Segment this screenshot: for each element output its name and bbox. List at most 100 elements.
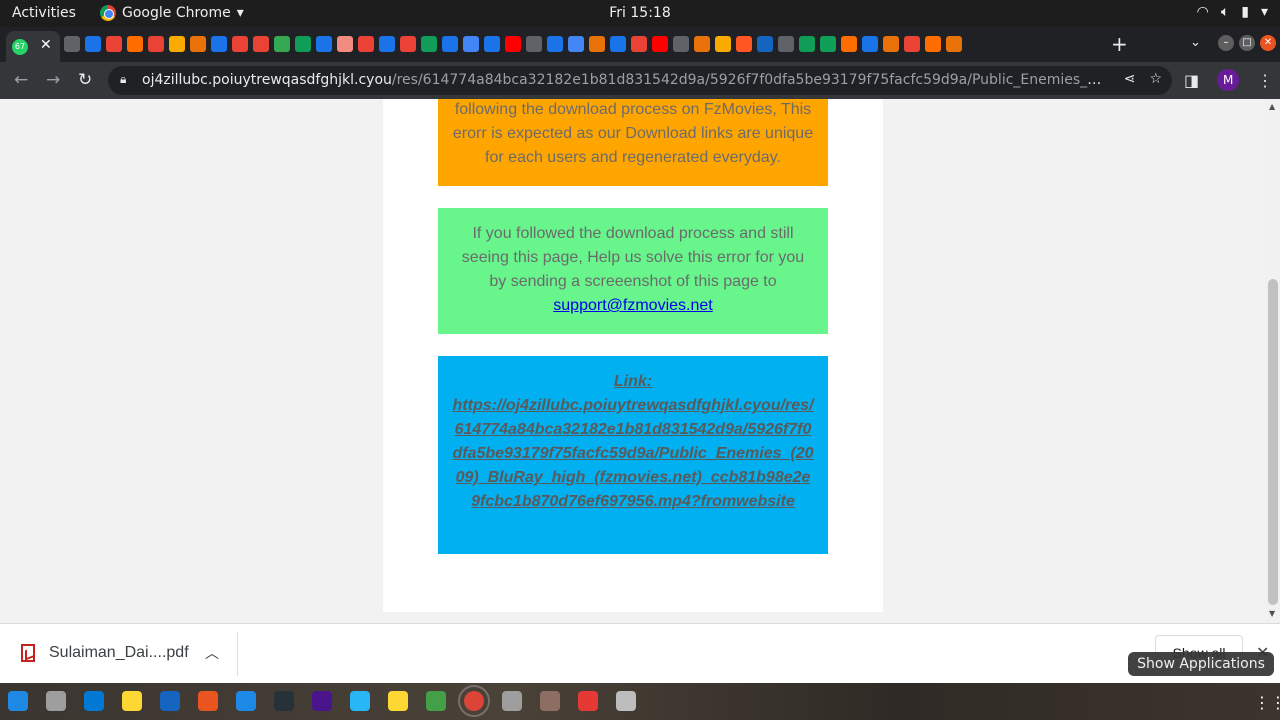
tab-favicon-icon[interactable] [946, 36, 962, 52]
tab-favicon-icon[interactable] [295, 36, 311, 52]
tab-favicon-icon[interactable] [715, 36, 731, 52]
back-icon[interactable]: ← [14, 70, 28, 90]
tab-favicon-icon[interactable] [253, 36, 269, 52]
tab-favicon-icon[interactable] [358, 36, 374, 52]
tab-favicon-icon[interactable] [799, 36, 815, 52]
tab-favicon-icon[interactable] [316, 36, 332, 52]
tab-favicon-icon[interactable] [925, 36, 941, 52]
tab-favicon-icon[interactable] [442, 36, 458, 52]
tab-favicon-icon[interactable] [379, 36, 395, 52]
download-filename[interactable]: Sulaiman_Dai....pdf [49, 644, 189, 662]
dock-app-icon[interactable] [8, 691, 28, 711]
support-email-link[interactable]: support@fzmovies.net [553, 297, 712, 314]
tab-favicon-icon[interactable] [820, 36, 836, 52]
tab-favicon-icon[interactable] [64, 36, 80, 52]
dock-app-icon[interactable] [388, 691, 408, 711]
tab-favicon-icon[interactable] [841, 36, 857, 52]
dock-app-icon[interactable] [84, 691, 104, 711]
forward-icon[interactable]: → [46, 70, 60, 90]
download-link-box: Link: https://oj4zillubc.poiuytrewqasdfg… [438, 356, 828, 554]
close-tab-icon[interactable]: ✕ [40, 37, 52, 53]
tab-favicon-icon[interactable] [526, 36, 542, 52]
dock-app-icon[interactable] [274, 691, 294, 711]
reload-icon[interactable]: ↻ [78, 70, 92, 90]
tab-favicon-icon[interactable] [190, 36, 206, 52]
download-link[interactable]: Link: https://oj4zillubc.poiuytrewqasdfg… [452, 373, 813, 510]
profile-avatar[interactable]: M [1217, 69, 1240, 91]
dock-app-icon[interactable] [122, 691, 142, 711]
address-bar[interactable]: 🔒︎ oj4zillubc.poiuytrewqasdfghjkl.cyou/r… [108, 66, 1172, 95]
tab-search-button[interactable]: ⌄ [1190, 35, 1201, 50]
dock-app-icon[interactable] [458, 685, 490, 717]
dock-app-icon[interactable] [236, 691, 256, 711]
scrollbar-thumb[interactable] [1268, 279, 1278, 605]
share-icon[interactable]: ⋖ [1124, 71, 1136, 87]
battery-icon: ▮ [1241, 4, 1249, 20]
tab-favicon-icon[interactable] [904, 36, 920, 52]
dock-app-icon[interactable] [160, 691, 180, 711]
tab-favicon-icon[interactable] [589, 36, 605, 52]
app-name: Google Chrome [122, 5, 231, 21]
pdf-icon [21, 644, 35, 662]
scroll-down-icon[interactable]: ▼ [1269, 609, 1275, 618]
app-menu[interactable]: Google Chrome ▾ [100, 5, 244, 21]
system-tray[interactable]: ◠ 🔈︎ ▮ ▾ [1197, 4, 1268, 20]
menu-kebab-icon[interactable]: ⋮ [1257, 71, 1273, 90]
tab-favicon-icon[interactable] [736, 36, 752, 52]
tab-favicon-icon[interactable] [421, 36, 437, 52]
vertical-scrollbar[interactable]: ▲ ▼ [1266, 99, 1280, 623]
tab-favicon-icon[interactable] [484, 36, 500, 52]
chevron-up-icon[interactable]: ︿ [205, 643, 219, 663]
dock-app-icon[interactable] [350, 691, 370, 711]
tab-favicon-icon[interactable] [652, 36, 668, 52]
tab-favicon-icon[interactable] [505, 36, 521, 52]
tab-favicon-icon[interactable] [211, 36, 227, 52]
bookmark-star-icon[interactable]: ☆ [1149, 71, 1162, 87]
dock-app-icon[interactable] [578, 691, 598, 711]
tab-favicon-icon[interactable] [85, 36, 101, 52]
chevron-down-icon: ▾ [1260, 4, 1268, 20]
tab-favicon-icon[interactable] [148, 36, 164, 52]
tab-favicon-icon[interactable] [694, 36, 710, 52]
tab-favicon-icon[interactable] [757, 36, 773, 52]
tab-favicon-icon[interactable] [169, 36, 185, 52]
tab-favicon-icon[interactable] [463, 36, 479, 52]
window-controls: – □ ✕ [1218, 35, 1276, 51]
tab-favicon-icon[interactable] [106, 36, 122, 52]
dock-app-icon[interactable] [46, 691, 66, 711]
tab-favicon-icon[interactable] [568, 36, 584, 52]
activities-button[interactable]: Activities [12, 5, 76, 21]
show-applications-icon[interactable]: ⋮⋮⋮ [1254, 693, 1280, 712]
tab-favicon-icon[interactable] [673, 36, 689, 52]
tab-favicon-icon[interactable] [610, 36, 626, 52]
dock-app-icon[interactable] [502, 691, 522, 711]
whatsapp-icon: 67 [12, 39, 28, 55]
url-text[interactable]: oj4zillubc.poiuytrewqasdfghjkl.cyou/res/… [142, 72, 1102, 88]
tab-favicon-icon[interactable] [274, 36, 290, 52]
tab-favicon-icon[interactable] [337, 36, 353, 52]
tab-favicon-icon[interactable] [862, 36, 878, 52]
tab-favicon-icon[interactable] [631, 36, 647, 52]
chrome-icon [100, 5, 116, 21]
tab-favicon-icon[interactable] [232, 36, 248, 52]
maximize-button[interactable]: □ [1239, 35, 1255, 51]
dock-app-icon[interactable] [198, 691, 218, 711]
side-panel-icon[interactable]: ◨ [1184, 71, 1199, 90]
tab-favicon-icon[interactable] [778, 36, 794, 52]
tab-favicon-icon[interactable] [547, 36, 563, 52]
dock-app-icon[interactable] [312, 691, 332, 711]
tab-favicon-icon[interactable] [883, 36, 899, 52]
orange-notice: following the download process on FzMovi… [438, 99, 828, 186]
scroll-up-icon[interactable]: ▲ [1269, 102, 1275, 111]
dock-app-icon[interactable] [426, 691, 446, 711]
minimize-button[interactable]: – [1218, 35, 1234, 51]
new-tab-button[interactable]: + [1111, 32, 1128, 56]
lock-icon[interactable]: 🔒︎ [120, 72, 126, 87]
wifi-icon: ◠ [1196, 4, 1209, 20]
tab-favicon-icon[interactable] [400, 36, 416, 52]
tab-active[interactable]: 67 ✕ [6, 31, 60, 62]
tab-favicon-icon[interactable] [127, 36, 143, 52]
dock-app-icon[interactable] [616, 691, 636, 711]
dock-app-icon[interactable] [540, 691, 560, 711]
close-window-button[interactable]: ✕ [1260, 35, 1276, 51]
